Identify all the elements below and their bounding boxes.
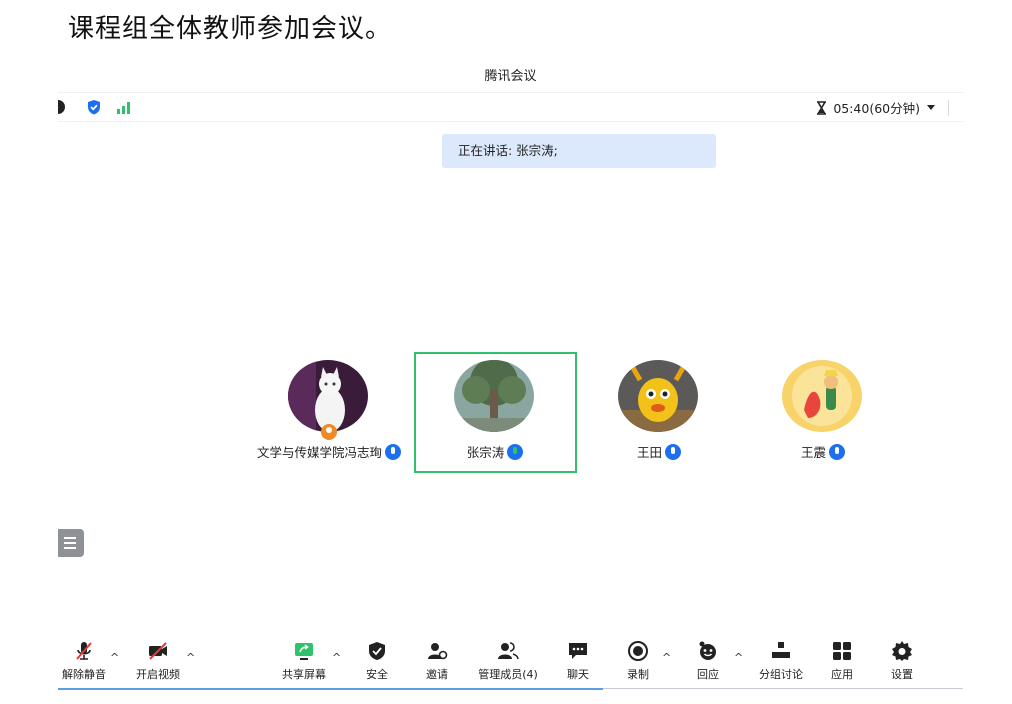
speaking-indicator: 正在讲话: 张宗涛; bbox=[442, 134, 716, 168]
hourglass-icon bbox=[817, 100, 827, 115]
unmute-label: 解除静音 bbox=[62, 668, 106, 681]
add-user-icon bbox=[426, 640, 448, 662]
avatar bbox=[454, 360, 534, 432]
manage-members-button[interactable]: 管理成员(4) bbox=[470, 637, 546, 682]
camera-off-icon bbox=[147, 640, 169, 662]
meeting-timer[interactable]: 05:40(60分钟) bbox=[816, 98, 949, 117]
breakout-label: 分组讨论 bbox=[759, 668, 803, 681]
participant-name: 王震 bbox=[800, 445, 826, 460]
participant-name: 张宗涛 bbox=[466, 445, 505, 460]
invite-button[interactable]: 邀请 bbox=[418, 637, 456, 682]
apps-button[interactable]: 应用 bbox=[824, 637, 860, 682]
participant-name: 王田 bbox=[636, 445, 662, 460]
chevron-up-icon[interactable]: ^ bbox=[662, 651, 671, 664]
mic-off-icon bbox=[73, 640, 95, 662]
chat-label: 聊天 bbox=[567, 668, 589, 681]
signal-strength-icon[interactable] bbox=[116, 99, 132, 115]
chevron-up-icon[interactable]: ^ bbox=[332, 651, 341, 664]
mic-status-icon bbox=[665, 443, 681, 460]
meeting-info-bar: 05:40(60分钟) bbox=[58, 92, 963, 122]
share-screen-icon bbox=[293, 640, 315, 662]
record-label: 录制 bbox=[627, 668, 649, 681]
participant-tile[interactable]: 文学与传媒学院冯志珣 bbox=[244, 360, 414, 461]
progress-accent bbox=[58, 688, 603, 690]
participant-tile[interactable]: 张宗涛 bbox=[410, 360, 580, 461]
emoji-icon bbox=[697, 640, 719, 662]
avatar bbox=[288, 360, 368, 432]
meeting-toolbar: 解除静音 ^ 开启视频 ^ 共享屏幕 ^ 安全 邀请 管理成员(4) 聊天 录制… bbox=[58, 637, 963, 687]
record-icon bbox=[627, 640, 649, 662]
gear-icon bbox=[891, 640, 913, 662]
document-caption: 课程组全体教师参加会议。 bbox=[68, 14, 393, 44]
breakout-rooms-button[interactable]: 分组讨论 bbox=[754, 637, 808, 682]
meeting-info-icon[interactable] bbox=[58, 99, 70, 115]
apps-grid-icon bbox=[831, 640, 853, 662]
invite-label: 邀请 bbox=[426, 668, 448, 681]
window-title: 腾讯会议 bbox=[484, 69, 537, 84]
divider bbox=[948, 99, 949, 116]
participant-name: 文学与传媒学院冯志珣 bbox=[256, 445, 382, 460]
apps-label: 应用 bbox=[831, 668, 853, 681]
security-label: 安全 bbox=[366, 668, 388, 681]
reaction-button[interactable]: 回应 bbox=[688, 637, 728, 682]
start-video-button[interactable]: 开启视频 bbox=[130, 637, 186, 682]
security-button[interactable]: 安全 bbox=[358, 637, 396, 682]
mic-speaking-icon bbox=[507, 443, 524, 460]
mic-status-icon bbox=[829, 443, 845, 460]
share-screen-label: 共享屏幕 bbox=[282, 668, 326, 681]
chat-button[interactable]: 聊天 bbox=[560, 637, 596, 682]
chevron-up-icon[interactable]: ^ bbox=[186, 651, 195, 664]
participant-tile[interactable]: 王田 bbox=[574, 360, 744, 461]
manage-members-label: 管理成员(4) bbox=[478, 668, 538, 681]
avatar bbox=[618, 360, 698, 432]
timer-text: 05:40(60分钟) bbox=[833, 101, 920, 116]
shield-check-icon[interactable] bbox=[86, 99, 102, 115]
avatar bbox=[782, 360, 862, 432]
mic-status-icon bbox=[385, 443, 401, 460]
breakout-icon bbox=[770, 640, 792, 662]
meeting-window: 腾讯会议 05:40(60分钟) 正在讲话: 张宗涛; 文学与传媒学院冯志珣 张… bbox=[58, 62, 963, 702]
chevron-up-icon[interactable]: ^ bbox=[734, 651, 743, 664]
unmute-button[interactable]: 解除静音 bbox=[58, 637, 110, 682]
chat-panel-toggle[interactable] bbox=[58, 529, 84, 557]
record-button[interactable]: 录制 bbox=[620, 637, 656, 682]
members-icon bbox=[497, 640, 519, 662]
shield-icon bbox=[366, 640, 388, 662]
reaction-label: 回应 bbox=[697, 668, 719, 681]
share-screen-button[interactable]: 共享屏幕 bbox=[276, 637, 332, 682]
participant-tile[interactable]: 王震 bbox=[738, 360, 908, 461]
settings-button[interactable]: 设置 bbox=[884, 637, 920, 682]
chevron-up-icon[interactable]: ^ bbox=[110, 651, 119, 664]
start-video-label: 开启视频 bbox=[136, 668, 180, 681]
settings-label: 设置 bbox=[891, 668, 913, 681]
chevron-down-icon bbox=[927, 104, 935, 110]
chat-icon bbox=[567, 640, 589, 662]
host-badge-icon bbox=[321, 424, 337, 440]
